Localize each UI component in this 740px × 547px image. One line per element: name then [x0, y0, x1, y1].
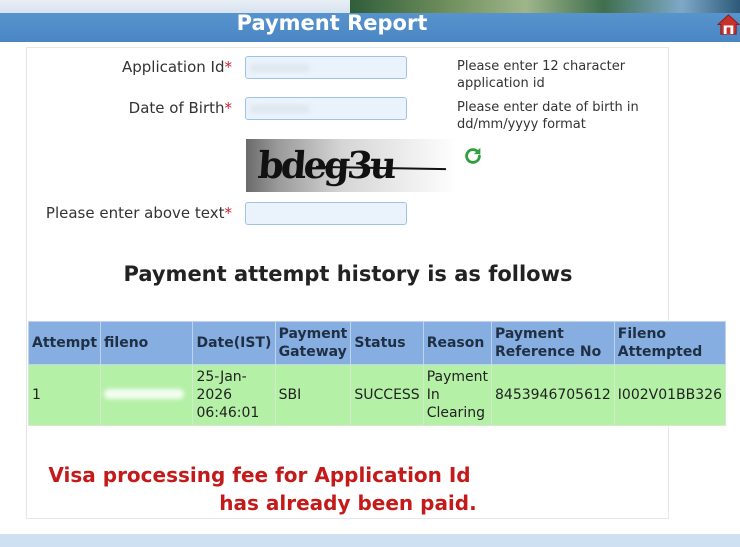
table-row: 1 25-Jan-2026 06:46:01 SBI SUCCESS Payme… — [27, 364, 727, 426]
captcha-text: bdeg3u — [256, 143, 396, 187]
payment-history-table: Attempt fileno Date(IST) Payment Gateway… — [27, 321, 727, 426]
cell-attempt: 1 — [27, 364, 102, 426]
fee-paid-line-1: Visa processing fee for Application Id — [0, 461, 696, 489]
date-of-birth-input[interactable] — [245, 97, 407, 120]
application-id-input[interactable] — [245, 56, 407, 79]
column-header-attempt: Attempt — [27, 321, 102, 365]
home-icon[interactable] — [717, 13, 740, 36]
column-header-gateway: Payment Gateway — [274, 321, 352, 365]
captcha-image: bdeg3u — [246, 139, 458, 192]
application-id-value-redacted — [250, 63, 310, 72]
column-header-status: Status — [350, 321, 424, 365]
application-id-redacted — [477, 470, 648, 483]
column-header-reference: Payment Reference No — [491, 321, 615, 365]
cell-fileno-attempted: I002V01BB326 — [613, 364, 727, 426]
captcha-input[interactable] — [245, 202, 407, 225]
page-header: Payment Report — [0, 0, 740, 42]
date-of-birth-hint: Please enter date of birth in dd/mm/yyyy… — [457, 100, 639, 132]
fee-paid-line-2: has already been paid. — [219, 491, 477, 515]
history-title: Payment attempt history is as follows — [123, 262, 573, 286]
column-header-reason: Reason — [422, 321, 493, 365]
fileno-redacted — [104, 389, 185, 399]
cell-gateway: SBI — [274, 364, 352, 426]
cell-reference: 8453946705612 — [491, 364, 615, 426]
column-header-fileno-attempted: Fileno Attempted — [613, 321, 727, 365]
footer-bar — [0, 534, 740, 547]
fee-paid-message: Visa processing fee for Application Id h… — [0, 461, 696, 517]
date-of-birth-value-redacted — [250, 104, 310, 113]
cell-status: SUCCESS — [350, 364, 424, 426]
application-id-label: Application Id* — [121, 58, 232, 76]
page-title: Payment Report — [236, 11, 428, 35]
captcha-input-label: Please enter above text* — [45, 204, 232, 222]
table-header-row: Attempt fileno Date(IST) Payment Gateway… — [27, 321, 727, 365]
application-id-hint: Please enter 12 character application id — [457, 59, 626, 91]
cell-reason: Payment In Clearing — [422, 364, 493, 426]
refresh-icon[interactable] — [462, 145, 484, 167]
cell-date: 25-Jan-2026 06:46:01 — [192, 364, 276, 426]
cell-fileno — [100, 364, 194, 426]
date-of-birth-label: Date of Birth* — [128, 99, 232, 117]
column-header-date: Date(IST) — [192, 321, 276, 365]
column-header-fileno: fileno — [100, 321, 194, 365]
